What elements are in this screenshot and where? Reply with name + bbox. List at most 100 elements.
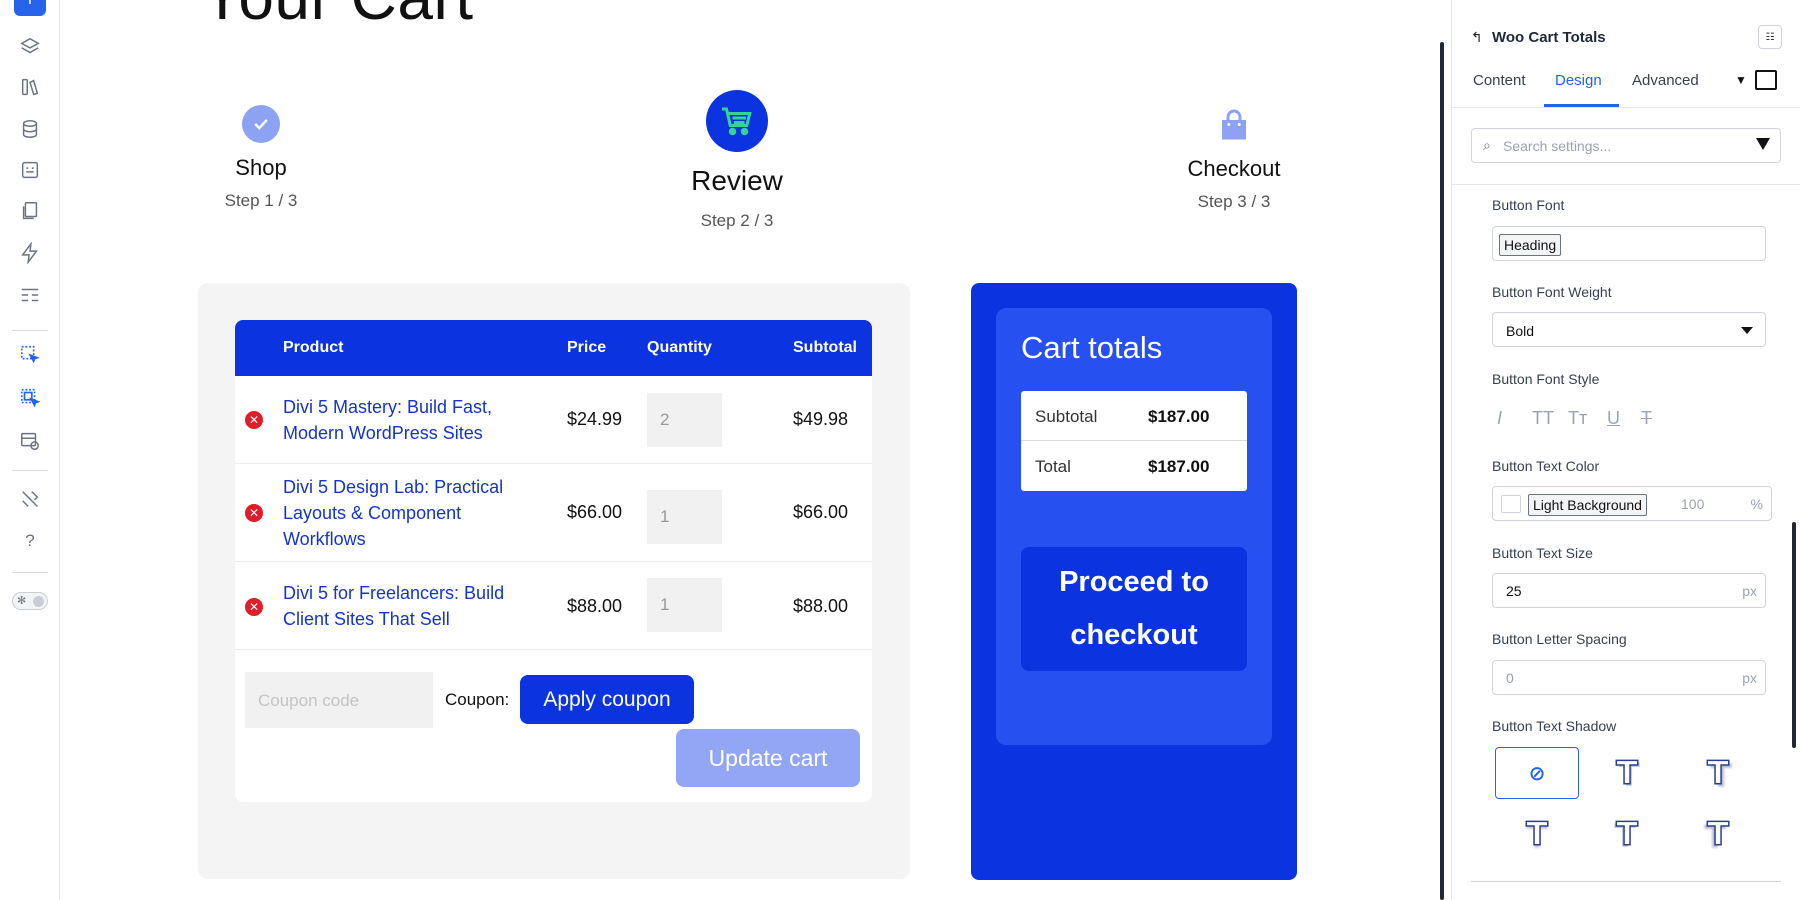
subtotal-value: $187.00 [1148, 407, 1210, 426]
button-font-weight-label: Button Font Weight [1492, 284, 1612, 300]
library-icon[interactable] [17, 74, 43, 100]
total-label: Total [1035, 457, 1071, 476]
active-tab-indicator [1544, 104, 1619, 107]
settings-divider [1471, 881, 1781, 882]
step-shop: Shop Step 1 / 3 [201, 105, 321, 211]
italic-icon[interactable]: I [1497, 408, 1502, 429]
remove-item-icon[interactable]: ✕ [245, 598, 263, 616]
multi-select-icon[interactable] [17, 385, 43, 411]
layers-icon[interactable] [17, 34, 43, 60]
subtotal-row: Subtotal $187.00 [1021, 391, 1247, 441]
preview-icon[interactable] [17, 428, 43, 454]
header-quantity: Quantity [647, 339, 712, 356]
capitalize-icon[interactable]: Tт [1568, 408, 1587, 429]
coupon-label: Coupon: [445, 690, 510, 709]
quantity-input[interactable]: 1 [647, 578, 722, 632]
button-font-field[interactable]: Heading [1492, 226, 1766, 261]
strikethrough-icon[interactable]: T [1641, 408, 1652, 429]
cart-totals-title: Cart totals [1021, 330, 1163, 365]
theme-toggle[interactable]: ✻ [12, 592, 48, 610]
total-row: Total $187.00 [1021, 441, 1247, 491]
font-chip[interactable]: Heading [1499, 234, 1562, 256]
filter-icon[interactable] [1756, 138, 1770, 150]
remove-item-icon[interactable]: ✕ [245, 504, 263, 522]
total-value: $187.00 [1148, 457, 1210, 476]
button-letter-spacing-input[interactable]: 0 px [1492, 660, 1766, 695]
settings-search[interactable]: ⌕ Search settings... [1471, 128, 1781, 163]
shadow-preset-icon[interactable]: T [1585, 747, 1669, 799]
button-font-weight-select[interactable]: Bold [1492, 312, 1766, 347]
cart-totals-panel: Cart totals Subtotal $187.00 Total $187.… [971, 283, 1297, 880]
variables-icon[interactable] [17, 157, 43, 183]
text-size-value: 25 [1506, 583, 1522, 599]
color-chip[interactable]: Light Background [1528, 494, 1647, 516]
step-title: Checkout [1187, 156, 1281, 181]
uppercase-icon[interactable]: TT [1532, 408, 1554, 429]
shadow-preset-icon[interactable]: T [1676, 747, 1760, 799]
button-font-label: Button Font [1492, 197, 1565, 213]
shadow-preset-icon[interactable]: T [1585, 808, 1669, 860]
help-icon[interactable]: ? [17, 528, 43, 554]
product-link[interactable]: Divi 5 Design Lab: Practical Layouts & C… [283, 474, 533, 552]
underline-icon[interactable]: U [1607, 408, 1620, 429]
caret-down-icon[interactable]: ▼ [1735, 73, 1747, 87]
database-icon[interactable] [17, 116, 43, 142]
button-letter-spacing-label: Button Letter Spacing [1492, 631, 1627, 647]
tools-icon[interactable] [17, 486, 43, 512]
product-link[interactable]: Divi 5 Mastery: Build Fast, Modern WordP… [283, 394, 533, 446]
letter-spacing-placeholder: 0 [1506, 670, 1514, 686]
shadow-preset-icon[interactable]: T [1676, 808, 1760, 860]
coupon-code-input[interactable]: Coupon code [245, 672, 433, 728]
preset-square-icon[interactable] [1755, 70, 1777, 90]
settings-panel: ↰ Woo Cart Totals ☷ Content Design Advan… [1451, 0, 1800, 900]
product-link[interactable]: Divi 5 for Freelancers: Build Client Sit… [283, 580, 533, 632]
check-icon [242, 105, 280, 143]
button-text-color-field[interactable]: Light Background 100 % [1492, 486, 1772, 521]
remove-item-icon[interactable]: ✕ [245, 411, 263, 429]
update-cart-button[interactable]: Update cart [676, 729, 860, 787]
spacing-unit: px [1742, 670, 1757, 686]
header-subtotal: Subtotal [793, 339, 857, 356]
table-row: ✕ Divi 5 Design Lab: Practical Layouts &… [235, 464, 872, 562]
page-title: Your Cart [201, 0, 474, 34]
shadow-none-icon[interactable]: ⊘ [1495, 747, 1579, 799]
shadow-preset-icon[interactable]: T [1495, 808, 1579, 860]
color-opacity-value[interactable]: 100 [1681, 496, 1704, 512]
pages-icon[interactable] [17, 198, 43, 224]
toolbar-divider [12, 470, 48, 471]
back-arrow-icon[interactable]: ↰ [1471, 29, 1483, 46]
settings-scrollbar[interactable] [1792, 522, 1796, 748]
sections-icon[interactable] [17, 282, 43, 308]
cart-table: Product Price Quantity Subtotal ✕ Divi 5… [235, 320, 872, 802]
totals-table: Subtotal $187.00 Total $187.00 [1021, 391, 1247, 491]
step-title: Shop [235, 155, 287, 180]
app-root: + ? ✻ Shop Step 1 / 3 Review Step 2 / 3 … [0, 0, 1800, 900]
gear-icon: ✻ [17, 595, 27, 607]
tab-advanced[interactable]: Advanced [1632, 72, 1699, 89]
font-weight-value: Bold [1506, 323, 1535, 339]
settings-options-icon[interactable]: ☷ [1758, 25, 1782, 49]
add-module-button[interactable]: + [14, 0, 46, 16]
button-text-size-input[interactable]: 25 px [1492, 573, 1766, 608]
apply-coupon-button[interactable]: Apply coupon [520, 675, 694, 724]
quantity-input[interactable]: 2 [647, 393, 722, 447]
tab-design[interactable]: Design [1555, 72, 1602, 89]
tab-content[interactable]: Content [1473, 72, 1526, 89]
select-cursor-icon[interactable] [17, 342, 43, 368]
table-header: Product Price Quantity Subtotal [235, 320, 872, 376]
canvas-scrollbar[interactable] [1440, 42, 1444, 900]
checkout-label-line1: Proceed to [1059, 566, 1209, 598]
search-icon: ⌕ [1483, 137, 1491, 153]
product-subtotal: $88.00 [793, 596, 849, 616]
lightning-icon[interactable] [17, 240, 43, 266]
product-subtotal: $49.98 [793, 409, 849, 429]
search-input[interactable]: Search settings... [1503, 138, 1611, 154]
step-title: Review [691, 165, 783, 196]
toolbar-divider [12, 572, 48, 573]
toolbar-divider [12, 330, 48, 331]
header-product: Product [283, 339, 344, 356]
step-checkout: Checkout Step 3 / 3 [1164, 108, 1304, 212]
color-swatch[interactable] [1501, 495, 1521, 513]
quantity-input[interactable]: 1 [647, 490, 722, 544]
proceed-to-checkout-button[interactable]: Proceed to checkout [1021, 547, 1247, 671]
